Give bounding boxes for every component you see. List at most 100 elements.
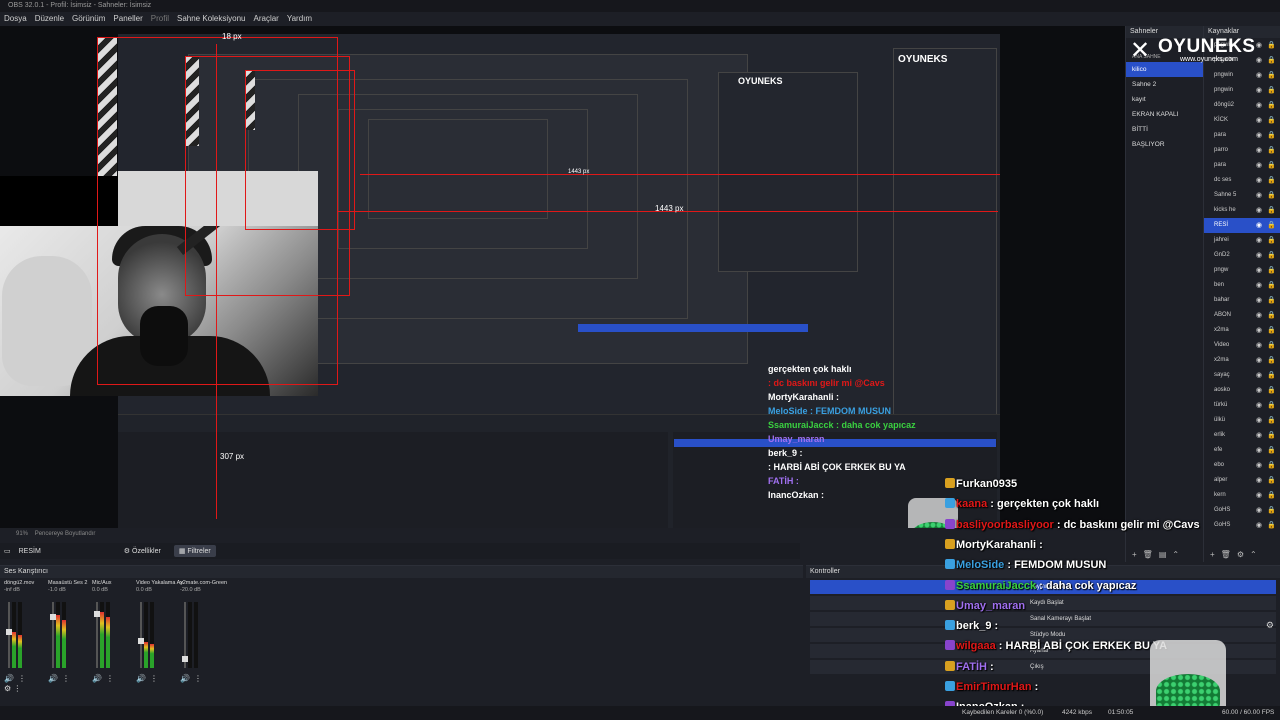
lock-icon[interactable]: 🔒 [1267, 503, 1276, 518]
eye-icon[interactable]: ◉ [1256, 218, 1262, 233]
add-scene-icon[interactable]: + [1132, 548, 1137, 562]
lock-icon[interactable]: 🔒 [1267, 383, 1276, 398]
eye-icon[interactable]: ◉ [1256, 398, 1262, 413]
scene-filter-icon[interactable]: ▤ [1159, 548, 1167, 562]
move-up-icon[interactable]: ⌃ [1250, 548, 1257, 562]
eye-icon[interactable]: ◉ [1256, 518, 1262, 533]
fader-knob[interactable] [182, 656, 188, 662]
eye-icon[interactable]: ◉ [1256, 233, 1262, 248]
scene-item[interactable]: Sahne 2 [1126, 77, 1203, 92]
gear-icon[interactable]: ⚙ [1266, 620, 1274, 631]
lock-icon[interactable]: 🔒 [1267, 263, 1276, 278]
source-item[interactable]: döngü2 ◉ 🔒 [1204, 98, 1280, 113]
speaker-icon[interactable]: 🔊 [136, 674, 146, 683]
scene-item[interactable]: BAŞLIYOR [1126, 137, 1203, 152]
lock-icon[interactable]: 🔒 [1267, 278, 1276, 293]
source-item[interactable]: kicks he ◉ 🔒 [1204, 203, 1280, 218]
volume-fader[interactable] [138, 602, 144, 668]
lock-icon[interactable]: 🔒 [1267, 398, 1276, 413]
more-icon[interactable]: ⋮ [106, 674, 114, 683]
eye-icon[interactable]: ◉ [1256, 383, 1262, 398]
source-item[interactable]: bahar ◉ 🔒 [1204, 293, 1280, 308]
fader-knob[interactable] [138, 638, 144, 644]
source-item[interactable]: Sahne 5 ◉ 🔒 [1204, 188, 1280, 203]
menu-scene-collection[interactable]: Sahne Koleksiyonu [177, 12, 246, 26]
lock-icon[interactable]: 🔒 [1267, 323, 1276, 338]
source-item[interactable]: ülkü ◉ 🔒 [1204, 413, 1280, 428]
eye-icon[interactable]: ◉ [1256, 263, 1262, 278]
lock-icon[interactable]: 🔒 [1267, 488, 1276, 503]
lock-icon[interactable]: 🔒 [1267, 83, 1276, 98]
eye-icon[interactable]: ◉ [1256, 68, 1262, 83]
source-item[interactable]: kern ◉ 🔒 [1204, 488, 1280, 503]
source-item[interactable]: para ◉ 🔒 [1204, 158, 1280, 173]
source-settings-icon[interactable]: ⚙ [1237, 548, 1244, 562]
add-source-icon[interactable]: + [1210, 548, 1215, 562]
control-button[interactable]: Sanal Kamerayı Başlat [810, 612, 1276, 626]
source-item[interactable]: pngw ◉ 🔒 [1204, 263, 1280, 278]
lock-icon[interactable]: 🔒 [1267, 173, 1276, 188]
eye-icon[interactable]: ◉ [1256, 203, 1262, 218]
lock-icon[interactable]: 🔒 [1267, 308, 1276, 323]
lock-icon[interactable]: 🔒 [1267, 113, 1276, 128]
volume-fader[interactable] [94, 602, 100, 668]
speaker-icon[interactable]: 🔊 [48, 674, 58, 683]
lock-icon[interactable]: 🔒 [1267, 128, 1276, 143]
eye-icon[interactable]: ◉ [1256, 488, 1262, 503]
source-item[interactable]: alper ◉ 🔒 [1204, 473, 1280, 488]
speaker-icon[interactable]: 🔊 [4, 674, 14, 683]
move-up-icon[interactable]: ⌃ [1172, 548, 1179, 562]
eye-icon[interactable]: ◉ [1256, 158, 1262, 173]
more-icon[interactable]: ⋮ [194, 674, 202, 683]
lock-icon[interactable]: 🔒 [1267, 53, 1276, 68]
source-item[interactable]: GoHS ◉ 🔒 [1204, 518, 1280, 533]
lock-icon[interactable]: 🔒 [1267, 353, 1276, 368]
menu-docks[interactable]: Paneller [113, 12, 142, 26]
eye-icon[interactable]: ◉ [1256, 338, 1262, 353]
lock-icon[interactable]: 🔒 [1267, 203, 1276, 218]
eye-icon[interactable]: ◉ [1256, 308, 1262, 323]
eye-icon[interactable]: ◉ [1256, 248, 1262, 263]
source-item[interactable]: ben ◉ 🔒 [1204, 278, 1280, 293]
eye-icon[interactable]: ◉ [1256, 293, 1262, 308]
source-item[interactable]: aosko ◉ 🔒 [1204, 383, 1280, 398]
preview-canvas[interactable]: OYUNEKS OYUNEKS gerçekten çok haklı : dc… [0, 26, 1125, 528]
lock-icon[interactable]: 🔒 [1267, 98, 1276, 113]
source-item[interactable]: KİCK ◉ 🔒 [1204, 113, 1280, 128]
lock-icon[interactable]: 🔒 [1267, 38, 1276, 53]
menu-file[interactable]: Dosya [4, 12, 27, 26]
source-item[interactable]: erlik ◉ 🔒 [1204, 428, 1280, 443]
eye-icon[interactable]: ◉ [1256, 143, 1262, 158]
more-icon[interactable]: ⋮ [150, 674, 158, 683]
source-item[interactable]: sayaç ◉ 🔒 [1204, 368, 1280, 383]
more-icon[interactable]: ⋮ [18, 674, 26, 683]
scene-item[interactable]: EKRAN KAPALI [1126, 107, 1203, 122]
remove-scene-icon[interactable]: 🗑 [1143, 548, 1153, 562]
source-item[interactable]: dc ses ◉ 🔒 [1204, 173, 1280, 188]
lock-icon[interactable]: 🔒 [1267, 293, 1276, 308]
source-item[interactable]: pngwin ◉ 🔒 [1204, 83, 1280, 98]
eye-icon[interactable]: ◉ [1256, 413, 1262, 428]
fader-knob[interactable] [50, 614, 56, 620]
eye-icon[interactable]: ◉ [1256, 473, 1262, 488]
eye-icon[interactable]: ◉ [1256, 278, 1262, 293]
eye-icon[interactable]: ◉ [1256, 443, 1262, 458]
filters-button[interactable]: ▦ Filtreler [173, 545, 216, 557]
menu-tools[interactable]: Araçlar [254, 12, 279, 26]
eye-icon[interactable]: ◉ [1256, 503, 1262, 518]
control-button[interactable]: Kaydı Başlat [810, 596, 1276, 610]
lock-icon[interactable]: 🔒 [1267, 158, 1276, 173]
remove-source-icon[interactable]: 🗑 [1221, 548, 1231, 562]
lock-icon[interactable]: 🔒 [1267, 368, 1276, 383]
scene-item[interactable]: kayıt [1126, 92, 1203, 107]
source-item[interactable]: x2ma ◉ 🔒 [1204, 323, 1280, 338]
eye-icon[interactable]: ◉ [1256, 353, 1262, 368]
speaker-icon[interactable]: 🔊 [92, 674, 102, 683]
lock-icon[interactable]: 🔒 [1267, 443, 1276, 458]
volume-fader[interactable] [182, 602, 188, 668]
lock-icon[interactable]: 🔒 [1267, 518, 1276, 533]
source-item[interactable]: Video ◉ 🔒 [1204, 338, 1280, 353]
lock-icon[interactable]: 🔒 [1267, 68, 1276, 83]
source-item[interactable]: parro ◉ 🔒 [1204, 143, 1280, 158]
menu-profile[interactable]: Profil [151, 12, 169, 26]
